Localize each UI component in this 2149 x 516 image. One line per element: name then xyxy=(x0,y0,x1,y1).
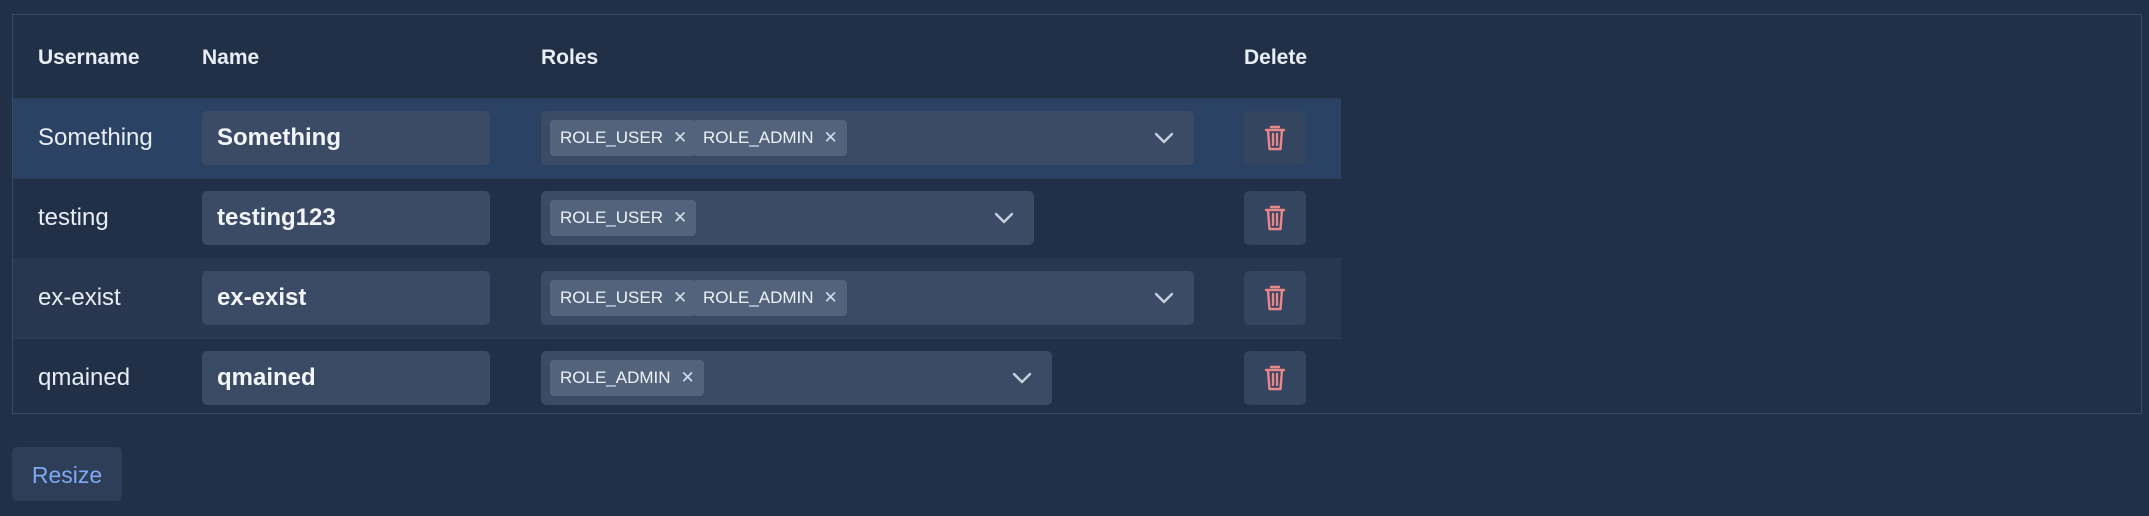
chevron-down-icon[interactable] xyxy=(1153,289,1175,307)
role-tag-label: ROLE_USER xyxy=(560,208,663,227)
remove-role-icon[interactable]: ✕ xyxy=(673,280,687,316)
roles-select[interactable]: ROLE_USER ✕ ROLE_ADMIN ✕ xyxy=(541,271,1194,325)
username-cell: testing xyxy=(38,204,109,231)
username-cell: qmained xyxy=(38,364,131,391)
table-row: ex-exist ROLE_USER ✕ ROLE_ADMIN ✕ xyxy=(13,258,1341,338)
remove-role-icon[interactable]: ✕ xyxy=(824,120,838,156)
role-tag-label: ROLE_ADMIN xyxy=(703,128,814,147)
name-input[interactable] xyxy=(202,271,490,325)
table-header: Username Name Roles Delete xyxy=(13,15,1341,98)
chevron-down-icon[interactable] xyxy=(993,209,1015,227)
delete-button[interactable] xyxy=(1244,351,1306,405)
role-tag-label: ROLE_USER xyxy=(560,128,663,147)
roles-select[interactable]: ROLE_USER ✕ ROLE_ADMIN ✕ xyxy=(541,111,1194,165)
resize-button[interactable]: Resize xyxy=(12,447,122,501)
users-table-panel: Username Name Roles Delete Something ROL… xyxy=(12,14,2142,414)
role-tag-label: ROLE_USER xyxy=(560,288,663,307)
table-row: qmained ROLE_ADMIN ✕ xyxy=(13,338,1341,418)
trash-icon xyxy=(1264,285,1286,311)
header-name: Name xyxy=(202,46,260,69)
username-cell: Something xyxy=(38,124,153,151)
header-roles: Roles xyxy=(541,46,599,69)
role-tag-label: ROLE_ADMIN xyxy=(560,368,671,387)
trash-icon xyxy=(1264,205,1286,231)
delete-button[interactable] xyxy=(1244,111,1306,165)
remove-role-icon[interactable]: ✕ xyxy=(681,360,695,396)
role-tag: ROLE_USER ✕ xyxy=(550,280,697,316)
remove-role-icon[interactable]: ✕ xyxy=(824,280,838,316)
chevron-down-icon[interactable] xyxy=(1153,129,1175,147)
role-tag: ROLE_ADMIN ✕ xyxy=(693,120,847,156)
table-row: Something ROLE_USER ✕ ROLE_ADMIN ✕ xyxy=(13,98,1341,178)
roles-select[interactable]: ROLE_USER ✕ xyxy=(541,191,1034,245)
header-delete: Delete xyxy=(1244,46,1308,69)
name-input[interactable] xyxy=(202,191,490,245)
role-tag: ROLE_USER ✕ xyxy=(550,200,697,236)
role-tag-label: ROLE_ADMIN xyxy=(703,288,814,307)
name-input[interactable] xyxy=(202,111,490,165)
role-tag: ROLE_USER ✕ xyxy=(550,120,697,156)
role-tag: ROLE_ADMIN ✕ xyxy=(550,360,704,396)
remove-role-icon[interactable]: ✕ xyxy=(673,200,687,236)
users-table: Username Name Roles Delete Something ROL… xyxy=(13,15,1341,418)
roles-select[interactable]: ROLE_ADMIN ✕ xyxy=(541,351,1052,405)
header-username: Username xyxy=(38,46,140,69)
trash-icon xyxy=(1264,365,1286,391)
remove-role-icon[interactable]: ✕ xyxy=(673,120,687,156)
name-input[interactable] xyxy=(202,351,490,405)
delete-button[interactable] xyxy=(1244,191,1306,245)
delete-button[interactable] xyxy=(1244,271,1306,325)
username-cell: ex-exist xyxy=(38,284,121,311)
role-tag: ROLE_ADMIN ✕ xyxy=(693,280,847,316)
chevron-down-icon[interactable] xyxy=(1011,369,1033,387)
table-row: testing ROLE_USER ✕ xyxy=(13,178,1341,258)
trash-icon xyxy=(1264,125,1286,151)
